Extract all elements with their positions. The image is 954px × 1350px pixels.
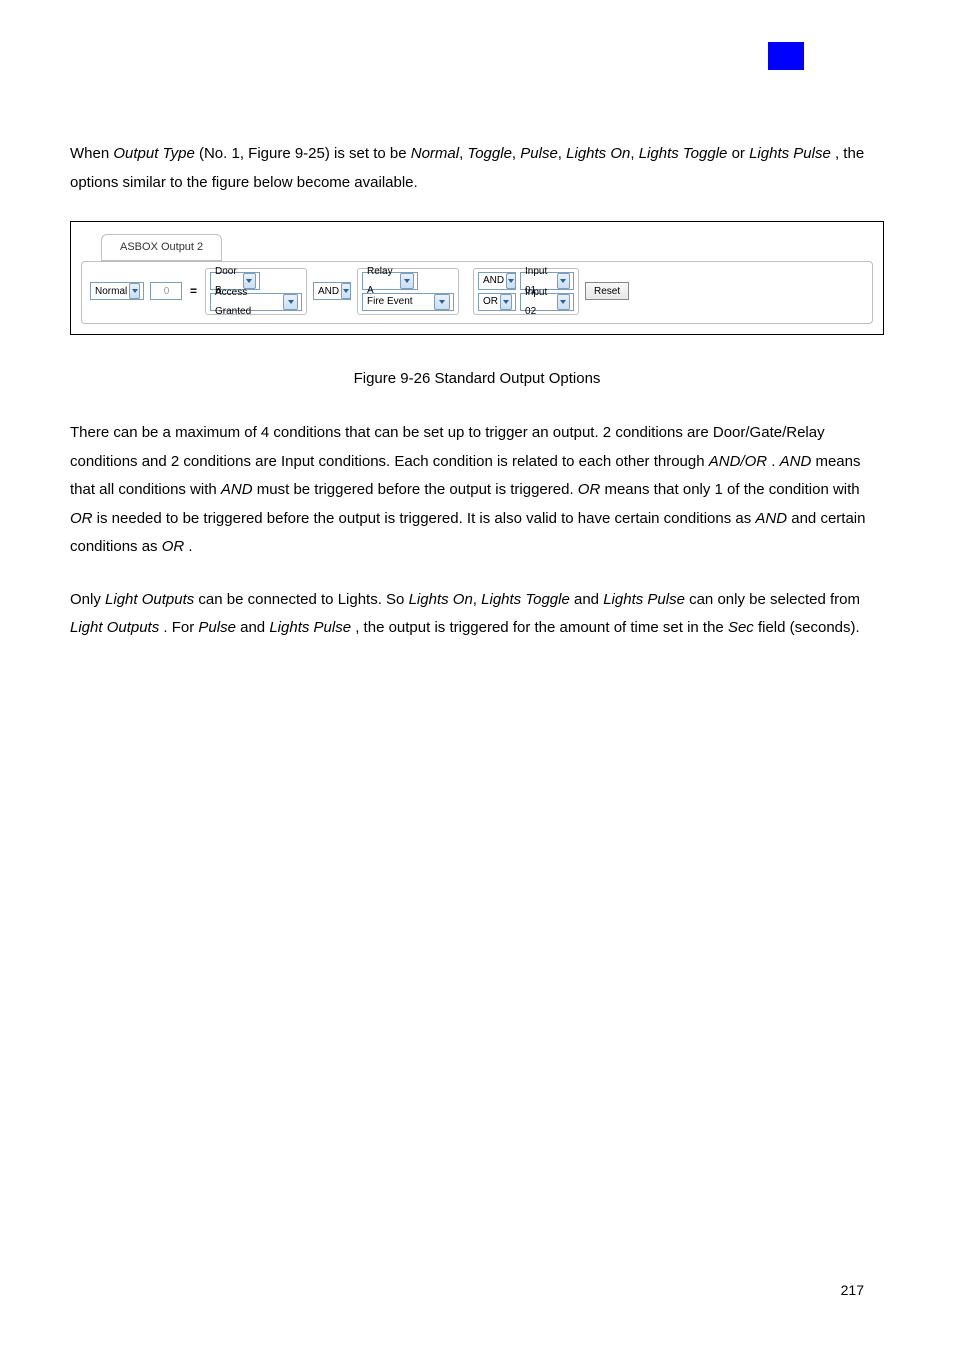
event-select-1[interactable]: Access Granted: [210, 293, 302, 311]
event-select-2-value: Fire Event: [367, 292, 413, 311]
text: field (seconds).: [758, 619, 860, 636]
text: means that only 1 of the condition with: [604, 481, 859, 498]
text: ,: [512, 145, 520, 162]
chevron-down-icon: [129, 283, 140, 299]
sec-field[interactable]: 0: [150, 282, 182, 300]
text: must be triggered before the output is t…: [257, 481, 578, 498]
chevron-down-icon: [557, 294, 570, 310]
asbox-panel: ASBOX Output 2 Normal 0 = Door B: [81, 232, 873, 324]
text: can only be selected from: [689, 591, 860, 608]
term-output-type: Output Type: [113, 145, 194, 162]
term-lights-toggle: Lights Toggle: [481, 591, 570, 608]
text: ,: [630, 145, 638, 162]
term-lights-pulse: Lights Pulse: [603, 591, 685, 608]
event-select-2[interactable]: Fire Event: [362, 293, 454, 311]
term-sec: Sec: [728, 619, 754, 636]
term-or: OR: [70, 510, 93, 527]
condition-group-1: Door B Access Granted: [205, 268, 307, 315]
equals-sign: =: [188, 280, 199, 303]
input-logic-2-value: OR: [483, 292, 498, 311]
input-logic-2-select[interactable]: OR: [478, 293, 516, 311]
figure-container: ASBOX Output 2 Normal 0 = Door B: [70, 221, 884, 335]
term-toggle: Toggle: [467, 145, 512, 162]
term-lights-on: Lights On: [566, 145, 630, 162]
chevron-down-icon: [341, 283, 351, 299]
text: , the output is triggered for the amount…: [355, 619, 728, 636]
text: or: [732, 145, 750, 162]
figure-caption-text: Figure 9-26 Standard Output Options: [354, 370, 601, 387]
paragraph-intro: When Output Type (No. 1, Figure 9-25) is…: [70, 140, 884, 197]
term-and: AND: [221, 481, 253, 498]
term-normal: Normal: [411, 145, 459, 162]
panel-title: ASBOX Output 2: [101, 234, 222, 261]
input-logic-1-select[interactable]: AND: [478, 272, 516, 290]
term-or: OR: [578, 481, 601, 498]
text: (No. 1, Figure 9-25) is set to be: [199, 145, 411, 162]
text: ,: [473, 591, 481, 608]
term-pulse: Pulse: [520, 145, 558, 162]
text: ,: [558, 145, 566, 162]
panel-body: Normal 0 = Door B: [81, 261, 873, 324]
chevron-down-icon: [500, 294, 512, 310]
term-light-outputs: Light Outputs: [70, 619, 159, 636]
term-and: AND: [755, 510, 787, 527]
text: .: [771, 453, 779, 470]
condition-group-2: Relay A Fire Event: [357, 268, 459, 315]
chevron-down-icon: [557, 273, 570, 289]
figure-caption: Figure 9-26 Standard Output Options: [70, 365, 884, 394]
term-light-outputs: Light Outputs: [105, 591, 194, 608]
output-type-value: Normal: [95, 282, 127, 301]
term-and-or: AND/OR: [709, 453, 767, 470]
term-pulse: Pulse: [198, 619, 236, 636]
term-lights-on: Lights On: [409, 591, 473, 608]
text: is needed to be triggered before the out…: [97, 510, 756, 527]
input-select-2[interactable]: Input 02: [520, 293, 574, 311]
text: . For: [163, 619, 198, 636]
input-logic-1-value: AND: [483, 271, 504, 290]
text: When: [70, 145, 113, 162]
term-and: AND: [780, 453, 812, 470]
term-lights-pulse: Lights Pulse: [269, 619, 351, 636]
event-select-1-value: Access Granted: [215, 283, 281, 321]
chevron-down-icon: [400, 273, 414, 289]
paragraph-conditions: There can be a maximum of 4 conditions t…: [70, 419, 884, 562]
term-lights-toggle: Lights Toggle: [639, 145, 728, 162]
text: can be connected to Lights. So: [198, 591, 408, 608]
reset-button[interactable]: Reset: [585, 282, 629, 300]
brand-logo: [768, 42, 804, 70]
text: and: [240, 619, 269, 636]
input-group: AND Input 01 OR: [473, 268, 579, 315]
output-type-select[interactable]: Normal: [90, 282, 144, 300]
input-select-2-value: Input 02: [525, 283, 555, 321]
chevron-down-icon: [283, 294, 298, 310]
page-number: 217: [841, 1277, 864, 1304]
logic-center-select[interactable]: AND: [313, 282, 351, 300]
text: .: [188, 538, 192, 555]
door-select-2[interactable]: Relay A: [362, 272, 418, 290]
chevron-down-icon: [506, 273, 516, 289]
term-or: OR: [162, 538, 185, 555]
text: Only: [70, 591, 105, 608]
logic-center-value: AND: [318, 282, 339, 301]
term-lights-pulse: Lights Pulse: [749, 145, 831, 162]
paragraph-lights: Only Light Outputs can be connected to L…: [70, 586, 884, 643]
chevron-down-icon: [434, 294, 450, 310]
text: and: [574, 591, 603, 608]
